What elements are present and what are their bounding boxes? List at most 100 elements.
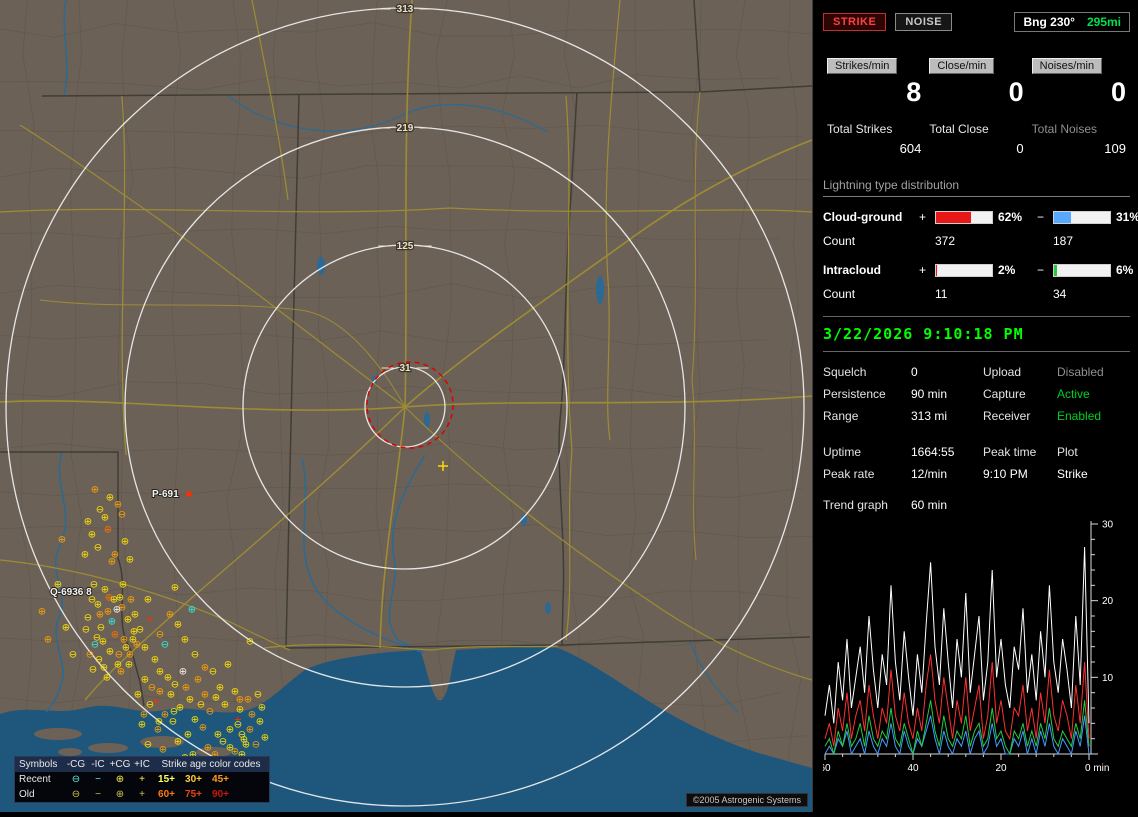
trend-graph: 30 20 10 60 40 20 0 min	[823, 520, 1114, 775]
svg-text:+: +	[152, 697, 160, 708]
svg-text:⊕: ⊕	[111, 630, 119, 641]
svg-text:⊕: ⊕	[84, 517, 92, 528]
cg-positive-bar	[935, 210, 993, 224]
trend-graph-label: Trend graph	[823, 498, 888, 512]
svg-text:⊕: ⊕	[104, 525, 112, 536]
total-strikes-label: Total Strikes	[827, 122, 893, 136]
svg-text:60: 60	[823, 763, 831, 774]
svg-text:⊕: ⊕	[236, 705, 244, 716]
legend-symbol-icon: ⊖	[71, 774, 81, 785]
cg-negative-bar	[1053, 210, 1111, 224]
noises-per-min-button[interactable]: Noises/min	[1031, 58, 1103, 74]
cloud-ground-label: Cloud-ground	[823, 210, 903, 224]
svg-text:10: 10	[1102, 673, 1114, 684]
legend-col-header-0: -CG	[66, 759, 86, 770]
svg-text:30: 30	[1102, 520, 1114, 531]
legend-symbols-header: Symbols	[19, 759, 58, 770]
svg-text:+: +	[146, 615, 154, 626]
svg-text:20: 20	[995, 763, 1007, 774]
svg-text:⊕: ⊕	[156, 667, 164, 678]
legend-symbol-icon: ⊕	[115, 789, 125, 800]
svg-text:⊕: ⊕	[184, 730, 192, 741]
strike-legend: Symbols -CG -IC +CG +IC Strike age color code…	[14, 756, 270, 803]
svg-text:219: 219	[397, 123, 414, 134]
svg-text:⊕: ⊕	[186, 695, 194, 706]
minus-sign: −	[1037, 210, 1045, 224]
svg-text:⊕: ⊕	[151, 655, 159, 666]
svg-text:⊕: ⊕	[100, 663, 108, 674]
legend-age-code-0-0: 15+	[158, 774, 175, 785]
svg-text:⊕: ⊕	[179, 667, 187, 678]
peak-time-value: 9:10 PM	[983, 467, 1028, 481]
range-value: 313 mi	[911, 409, 948, 423]
cg-negative-count: 187	[1053, 234, 1074, 248]
strikes-per-min-button[interactable]: Strikes/min	[827, 58, 898, 74]
svg-text:⊖: ⊖	[206, 707, 214, 718]
total-close-value: 0	[1016, 141, 1024, 156]
svg-text:⊕: ⊕	[167, 690, 175, 701]
svg-text:⊕: ⊕	[199, 723, 207, 734]
legend-age-code-1-0: 60+	[158, 789, 175, 800]
plot-label: Plot	[1057, 445, 1078, 459]
svg-text:⊕: ⊕	[81, 550, 89, 561]
datetime-display: 3/22/2026 9:10:18 PM	[823, 325, 1130, 352]
svg-text:⊕: ⊕	[126, 555, 134, 566]
strike-button[interactable]: STRIKE	[823, 13, 887, 31]
legend-age-code-1-1: 75+	[185, 789, 202, 800]
cg-positive-count: 372	[935, 234, 956, 248]
svg-text:⊖: ⊖	[191, 650, 199, 661]
svg-text:20: 20	[1102, 596, 1114, 607]
svg-text:313: 313	[397, 4, 414, 15]
map-view[interactable]: 313 219 125 31 ⊖ ⊕ ⊕ ⊖ ⊕ ⊕ ⊖ ⊕ ⊕ ⊖ ⊕ ⊕ ⊖ ⊕ ⊕ ⊕ ⊖ ⊕ ⊕ ⊖ ⊕ ⊕ ⊕ ⊖ ⊕ ⊕ ⊖ ⊕…	[0, 0, 826, 817]
uptime-value: 1664:55	[911, 445, 955, 459]
persistence-label: Persistence	[823, 387, 886, 401]
peak-rate-label: Peak rate	[823, 467, 875, 481]
total-close-label: Total Close	[929, 122, 989, 136]
svg-text:⊕: ⊕	[261, 733, 269, 744]
close-per-min-button[interactable]: Close/min	[929, 58, 995, 74]
svg-text:⊕: ⊕	[171, 583, 179, 594]
svg-text:⊕: ⊕	[117, 667, 125, 678]
cg-positive-pct: 62%	[998, 210, 1023, 224]
trend-graph-header: Trend graph 60 min	[823, 498, 1130, 512]
svg-text:⊕: ⊕	[131, 610, 139, 621]
squelch-value: 0	[911, 365, 918, 379]
info-grid: Uptime 1664:55 Peak time Plot Peak rate …	[823, 445, 1130, 481]
svg-text:⊕: ⊕	[108, 557, 116, 568]
settings-grid: Squelch 0 Upload Disabled Persistence 90…	[823, 365, 1130, 423]
svg-text:⊖: ⊖	[69, 650, 77, 661]
ic-negative-pct: 6%	[1116, 263, 1134, 277]
svg-text:⊕: ⊕	[140, 710, 148, 721]
legend-col-header-3: +IC	[134, 759, 150, 770]
distribution-title: Lightning type distribution	[823, 178, 1130, 197]
svg-text:31: 31	[399, 363, 411, 374]
svg-text:⊕: ⊕	[231, 687, 239, 698]
plus-sign: +	[919, 263, 927, 277]
svg-text:⊕: ⊕	[121, 537, 129, 548]
noise-button[interactable]: NOISE	[895, 13, 953, 31]
count-label: Count	[823, 234, 856, 248]
trend-graph-window: 60 min	[911, 498, 948, 512]
plot-value: Strike	[1057, 467, 1088, 481]
svg-text:⊕: ⊕	[159, 745, 167, 756]
svg-text:⊖: ⊖	[82, 625, 90, 636]
svg-text:⊕: ⊕	[62, 623, 70, 634]
svg-text:⊕: ⊕	[194, 675, 202, 686]
svg-text:⊖: ⊖	[254, 690, 262, 701]
svg-text:⊖: ⊖	[136, 625, 144, 636]
legend-age-code-0-2: 45+	[212, 774, 229, 785]
cg-negative-pct: 31%	[1116, 210, 1138, 224]
upload-label: Upload	[983, 365, 1022, 379]
map-canvas[interactable]: 31321912531 ⊖⊕⊕⊖⊕⊕⊖⊕⊕⊖ ⊕⊕⊖⊕⊕⊕⊖⊕⊕⊖⊕⊕⊕⊖⊕⊕⊖⊕…	[0, 0, 826, 817]
svg-text:⊖: ⊖	[115, 650, 123, 661]
svg-text:⊖: ⊖	[197, 700, 205, 711]
legend-row-label-0: Recent	[19, 774, 51, 785]
svg-text:⊕: ⊕	[91, 485, 99, 496]
svg-text:⊖: ⊖	[161, 640, 169, 651]
ic-positive-count: 11	[935, 287, 948, 301]
squelch-label: Squelch	[823, 365, 867, 379]
receiver-status: Enabled	[1057, 409, 1102, 423]
upload-status: Disabled	[1057, 365, 1104, 379]
svg-text:⊕: ⊕	[125, 660, 133, 671]
strikes-stat-column: Strikes/min 8 Total Strikes 604	[823, 56, 925, 156]
